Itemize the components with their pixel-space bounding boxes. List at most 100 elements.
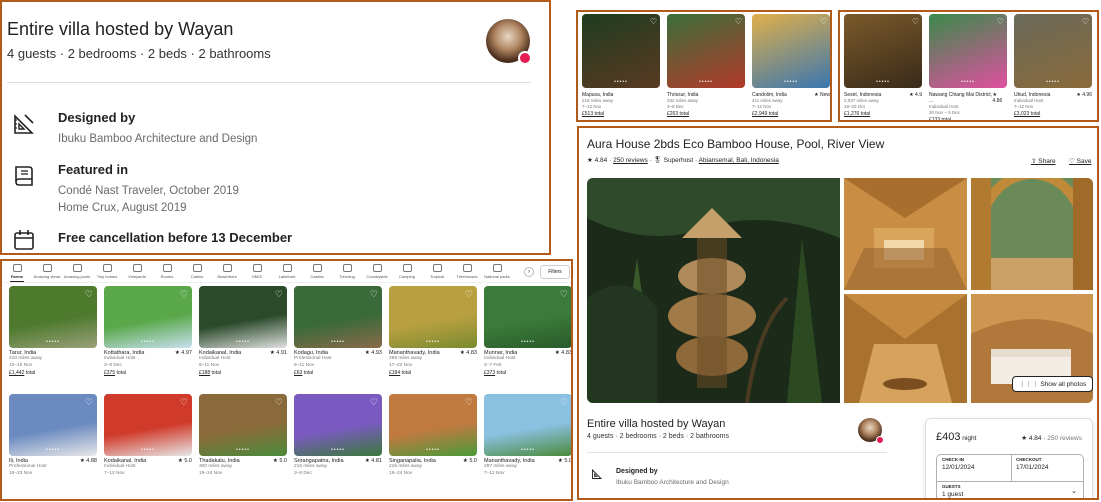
carousel-dots-icon: •••••	[426, 339, 440, 345]
checkout-field[interactable]: CHECKOUT 17/01/2024	[1011, 455, 1083, 473]
category-tab[interactable]: Castles	[302, 264, 332, 279]
category-tab[interactable]: Tropical	[422, 264, 452, 279]
category-tab[interactable]: Countryside	[362, 264, 392, 279]
heart-icon[interactable]: ♡	[180, 397, 188, 408]
listing-photo[interactable]: ♡ •••••	[294, 394, 382, 456]
category-tab[interactable]: Tiny homes	[92, 264, 122, 279]
listing-card[interactable]: ♡ ••••• Mapusa, India 218 miles away 7–12 No…	[582, 14, 660, 117]
category-icon	[312, 264, 322, 272]
category-tab[interactable]: Vineyards	[122, 264, 152, 279]
location-link[interactable]: Abiansemal, Bali, Indonesia	[699, 157, 779, 164]
listing-photo[interactable]: ♡ •••••	[9, 286, 97, 348]
heart-icon[interactable]: ♡	[370, 397, 378, 408]
filters-button[interactable]: Filters	[540, 265, 570, 279]
listing-photo[interactable]: ♡ •••••	[484, 286, 571, 348]
listing-card[interactable]: ♡ ••••• Mananthavady, India ★ 5.0 297 miles …	[484, 394, 571, 477]
heart-icon[interactable]: ♡	[997, 17, 1004, 26]
listing-photo[interactable]: ♡ •••••	[104, 286, 192, 348]
listing-rating: ★ 4.9	[909, 92, 922, 98]
heart-icon[interactable]: ♡	[370, 289, 378, 300]
heart-icon[interactable]: ♡	[275, 289, 283, 300]
listing-card[interactable]: ♡ ••••• Munnar, India ★ 4.83 Individual Host…	[484, 286, 571, 376]
listing-card[interactable]: ♡ ••••• Ili, India ★ 4.88 Professional Host 1…	[9, 394, 97, 477]
listing-photo[interactable]: ♡ •••••	[199, 394, 287, 456]
heart-icon[interactable]: ♡	[180, 289, 188, 300]
listing-photo[interactable]: ♡ •••••	[752, 14, 830, 88]
heart-icon[interactable]: ♡	[465, 289, 473, 300]
category-tab[interactable]: Rooms	[152, 264, 182, 279]
category-tab[interactable]: Beachfront	[212, 264, 242, 279]
listing-card[interactable]: ♡ ••••• Ubud, Indonesia ★ 4.96 Individual Ho…	[1014, 14, 1092, 117]
share-button[interactable]: ⇧ Share	[1031, 157, 1056, 165]
heart-icon[interactable]: ♡	[275, 397, 283, 408]
listing-photo[interactable]: ♡ •••••	[1014, 14, 1092, 88]
listing-card[interactable]: ♡ ••••• Nawang Chiang Mai District, ... ★ 4…	[929, 14, 1007, 120]
listing-photo[interactable]: ♡ •••••	[844, 14, 922, 88]
heart-icon[interactable]: ♡	[465, 397, 473, 408]
category-tab[interactable]: Cabins	[182, 264, 212, 279]
listing-dates: 7–12 Nov	[104, 470, 125, 476]
save-button[interactable]: ♡ Save	[1069, 157, 1091, 165]
listing-rating: ★ 5.0	[177, 458, 192, 464]
listing-photo[interactable]: ♡ •••••	[294, 286, 382, 348]
checkin-value: 12/01/2024	[942, 464, 975, 471]
listing-card[interactable]: ♡ ••••• Srirangapatna, India ★ 4.81 216 mile…	[294, 394, 382, 477]
category-tab[interactable]: Farms	[2, 264, 32, 282]
listing-photo[interactable]: ♡ •••••	[104, 394, 192, 456]
gallery-photo[interactable]	[971, 178, 1093, 290]
category-tab[interactable]: OMG!	[242, 264, 272, 279]
listing-card[interactable]: ♡ ••••• Thadakalu, India ★ 5.0 300 miles awa…	[199, 394, 287, 477]
listing-card[interactable]: ♡ ••••• Kodaikanal, India ★ 5.0 Individual H…	[104, 394, 192, 477]
category-tab[interactable]: Lakefront	[272, 264, 302, 279]
listing-card[interactable]: ♡ ••••• Tarur, India 210 miles away 10–15 No…	[9, 286, 97, 376]
category-tab[interactable]: Amazing views	[32, 264, 62, 279]
listing-photo[interactable]: ♡ •••••	[667, 14, 745, 88]
heart-icon[interactable]: ♡	[912, 17, 919, 26]
rating: ★ 4.84 ·	[1021, 435, 1046, 442]
listing-card[interactable]: ♡ ••••• Candolim, India ★ New 411 miles away…	[752, 14, 830, 117]
listing-card[interactable]: ♡ ••••• Seset, Indonesia ★ 4.9 2,037 miles a…	[844, 14, 922, 117]
heart-icon[interactable]: ♡	[85, 289, 93, 300]
listing-card[interactable]: ♡ ••••• Kodagu, India ★ 4.93 Professional Ho…	[294, 286, 382, 376]
listing-card[interactable]: ♡ ••••• Kodaikanal, India ★ 4.91 Individual …	[199, 286, 287, 376]
category-tab[interactable]: Amazing pools	[62, 264, 92, 279]
listing-card[interactable]: ♡ ••••• Thrissur, India 332 miles away 3–8 D…	[667, 14, 745, 117]
listing-rating: ★ 5.0	[272, 458, 287, 464]
gallery-main-photo[interactable]	[587, 178, 840, 403]
listing-card[interactable]: ♡ ••••• Mananthavady, India ★ 4.83 299 miles…	[389, 286, 477, 376]
heart-icon[interactable]: ♡	[1082, 17, 1089, 26]
category-tab[interactable]: Trending	[332, 264, 362, 279]
gallery-photo[interactable]	[844, 178, 967, 290]
listing-photo[interactable]: ♡ •••••	[199, 286, 287, 348]
listing-photo[interactable]: ♡ •••••	[9, 394, 97, 456]
listing-card[interactable]: ♡ ••••• Kottathara, India ★ 4.97 Individual …	[104, 286, 192, 376]
show-all-photos-button[interactable]: ⋮⋮⋮ Show all photos	[1012, 376, 1094, 392]
category-tab[interactable]: Camping	[392, 264, 422, 279]
heart-icon[interactable]: ♡	[560, 397, 568, 408]
heart-icon[interactable]: ♡	[820, 17, 827, 26]
listing-photo[interactable]: ♡ •••••	[389, 286, 477, 348]
reviews-link[interactable]: 250 reviews	[613, 157, 648, 164]
heart-icon[interactable]: ♡	[560, 289, 568, 300]
chevron-down-icon[interactable]: ⌄	[1071, 487, 1077, 495]
host-avatar[interactable]	[486, 19, 532, 65]
category-tab[interactable]: National parks	[482, 264, 512, 279]
guests-field[interactable]: GUESTS 1 guest	[937, 482, 1083, 498]
nightly-price: £403 night	[936, 431, 976, 443]
listing-dates: 3–8 Dec	[104, 362, 122, 368]
listing-dates: 6–11 Nov	[294, 362, 315, 368]
listing-card[interactable]: ♡ ••••• Singanapalia, India ★ 5.0 216 miles …	[389, 394, 477, 477]
heart-icon[interactable]: ♡	[650, 17, 657, 26]
category-tab[interactable]: Treehouses	[452, 264, 482, 279]
checkin-field[interactable]: CHECK-IN 12/01/2024	[937, 455, 1011, 473]
gallery-photo[interactable]	[844, 294, 967, 403]
listing-photo[interactable]: ♡ •••••	[389, 394, 477, 456]
host-avatar[interactable]	[858, 418, 884, 444]
guests-label: GUESTS	[942, 484, 961, 489]
category-next-button[interactable]: ›	[524, 267, 534, 277]
listing-photo[interactable]: ♡ •••••	[582, 14, 660, 88]
listing-photo[interactable]: ♡ •••••	[484, 394, 571, 456]
listing-photo[interactable]: ♡ •••••	[929, 14, 1007, 88]
heart-icon[interactable]: ♡	[735, 17, 742, 26]
heart-icon[interactable]: ♡	[85, 397, 93, 408]
